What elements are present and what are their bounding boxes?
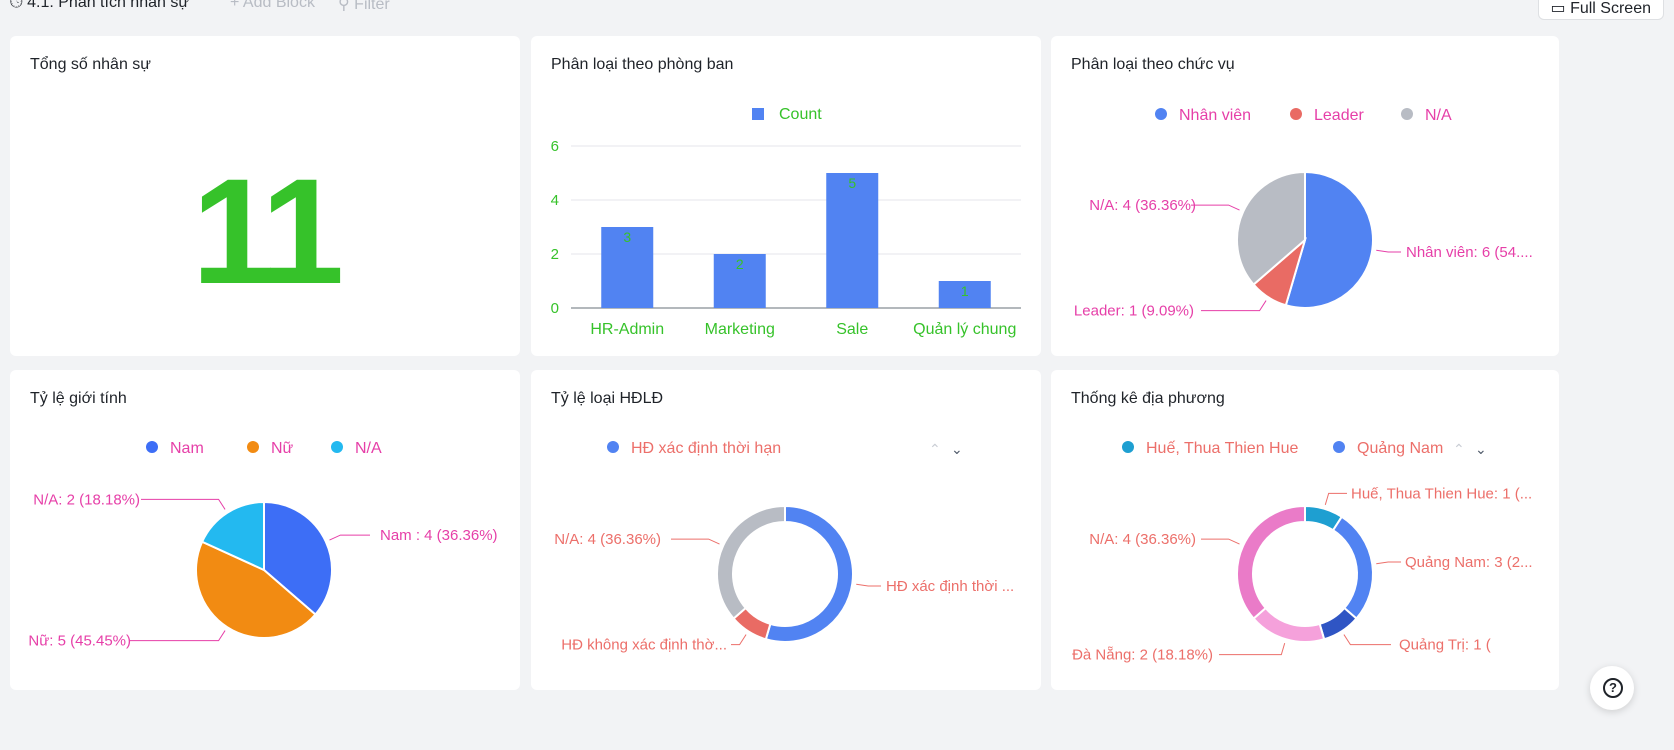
slice-label: N/A: 2 (18.18%) — [33, 491, 140, 508]
help-icon: ? — [1603, 678, 1623, 698]
legend-label[interactable]: Nam — [170, 440, 204, 457]
legend-next-icon[interactable]: ⌄ — [951, 441, 963, 457]
legend-label[interactable]: Nữ — [271, 440, 294, 457]
pie-slice[interactable] — [1331, 515, 1374, 620]
full-screen-button[interactable]: ▭ Full Screen — [1537, 0, 1664, 20]
filter-label: Filter — [354, 0, 390, 13]
slice-label: Nhân viên: 6 (54.... — [1406, 244, 1533, 261]
slice-label: N/A: 4 (36.36%) — [1089, 197, 1196, 214]
contract-donut-chart: HĐ xác định thời hạn ⌃ ⌄ HĐ xác định thời .… — [554, 440, 1014, 654]
slice-label: Huế, Thua Thien Hue: 1 (... — [1351, 485, 1532, 502]
gender-pie-chart: Nam Nữ N/A Nam : 4 (36.36%) Nữ: 5 (45.45%) N/… — [28, 440, 498, 650]
slice-label: Đà Nẵng: 2 (18.18%) — [1072, 647, 1213, 664]
legend-label[interactable]: Quảng Nam — [1357, 440, 1443, 457]
slice-label: Nam : 4 (36.36%) — [380, 527, 498, 544]
bar-value-label: 1 — [961, 283, 969, 299]
legend-label[interactable]: Huế, Thua Thien Hue — [1146, 440, 1299, 457]
slice-label: HĐ không xác định thờ... — [561, 637, 727, 654]
label-leader-line — [1201, 538, 1240, 545]
legend-label[interactable]: Leader — [1314, 107, 1364, 124]
bar-value-label: 3 — [623, 229, 631, 245]
card-title: Tổng số nhân sự — [30, 56, 152, 73]
help-button[interactable]: ? — [1590, 666, 1634, 710]
slice-label: Leader: 1 (9.09%) — [1074, 303, 1194, 320]
x-tick-label: HR-Admin — [590, 321, 664, 338]
label-leader-line — [1376, 561, 1401, 565]
legend-label[interactable]: N/A — [1425, 107, 1452, 124]
legend-swatch[interactable] — [752, 108, 764, 120]
legend-marker[interactable] — [247, 441, 259, 453]
x-tick-label: Marketing — [705, 321, 775, 338]
label-leader-line — [856, 583, 881, 587]
legend-label[interactable]: HĐ xác định thời hạn — [631, 440, 781, 457]
legend-marker[interactable] — [1290, 108, 1302, 120]
y-tick-label: 0 — [551, 300, 559, 317]
y-tick-label: 6 — [551, 138, 559, 155]
legend-prev-icon[interactable]: ⌃ — [1453, 441, 1465, 457]
bar-value-label: 5 — [848, 175, 856, 191]
label-leader-line — [1191, 204, 1240, 211]
label-leader-line — [141, 498, 226, 510]
pie-slice[interactable] — [1252, 606, 1326, 643]
label-leader-line — [1201, 300, 1267, 312]
history-icon: 🕓︎ — [10, 0, 23, 11]
slice-label: N/A: 4 (36.36%) — [554, 531, 661, 548]
filter-icon: ⚲ — [338, 0, 350, 13]
legend-label[interactable]: Nhân viên — [1179, 107, 1251, 124]
bar[interactable] — [826, 173, 879, 308]
slice-label: Nữ: 5 (45.45%) — [28, 633, 131, 650]
pie-slice[interactable] — [1236, 504, 1306, 620]
label-leader-line — [1219, 642, 1286, 656]
x-tick-label: Quản lý chung — [913, 321, 1016, 338]
full-screen-label: Full Screen — [1570, 0, 1651, 17]
region-donut-chart: Huế, Thua Thien Hue Quảng Nam ⌃ ⌄ Huế, Thua … — [1072, 440, 1533, 664]
label-leader-line — [1376, 249, 1401, 253]
dashboard-title-text: 4.1. Phân tích nhân sự — [27, 0, 190, 11]
department-bar-chart: Count 0 2 4 6 3 HR-Admin 2 Marketing 5 Sale 1 Quản l… — [551, 106, 1021, 338]
total-staff-card: Tổng số nhân sự 11 — [10, 36, 520, 356]
legend-marker[interactable] — [331, 441, 343, 453]
legend-marker[interactable] — [1155, 108, 1167, 120]
label-leader-line — [731, 634, 747, 646]
label-leader-line — [130, 630, 226, 642]
slice-label: Quảng Nam: 3 (2... — [1405, 554, 1533, 571]
position-pie-chart: Nhân viên Leader N/A Nhân viên: 6 (54.... Le… — [1074, 107, 1533, 320]
x-tick-label: Sale — [836, 321, 868, 338]
pie-slice[interactable] — [764, 504, 854, 643]
label-leader-line — [671, 538, 720, 545]
pie-slice[interactable] — [716, 504, 786, 620]
y-tick-label: 2 — [551, 246, 559, 263]
legend-next-icon[interactable]: ⌄ — [1475, 441, 1487, 457]
legend-marker[interactable] — [607, 441, 619, 453]
slice-label: Quảng Trị: 1 ( — [1399, 637, 1491, 654]
pie-slice[interactable] — [1318, 606, 1358, 641]
label-leader-line — [1343, 634, 1391, 646]
bar-value-label: 2 — [736, 256, 744, 272]
position-card: Phân loại theo chức vụ Nhân viên Leader N/… — [1051, 36, 1559, 356]
slice-label: HĐ xác định thời ... — [886, 578, 1014, 595]
label-leader-line — [329, 534, 370, 541]
legend-marker[interactable] — [1401, 108, 1413, 120]
legend-prev-icon[interactable]: ⌃ — [929, 441, 941, 457]
filter-button[interactable]: ⚲ Filter — [338, 0, 390, 14]
legend-marker[interactable] — [1122, 441, 1134, 453]
legend-label[interactable]: Count — [779, 106, 822, 123]
gender-card: Tỷ lệ giới tính Nam Nữ N/A Nam : 4 (36.36%)… — [10, 370, 520, 690]
add-block-button[interactable]: + Add Block — [230, 0, 315, 12]
contract-card: Tỷ lệ loại HĐLĐ HĐ xác định thời hạn ⌃ ⌄ HĐ… — [531, 370, 1041, 690]
label-leader-line — [1324, 492, 1347, 506]
legend-marker[interactable] — [146, 441, 158, 453]
legend-label[interactable]: N/A — [355, 440, 382, 457]
total-staff-value: 11 — [191, 147, 345, 315]
department-card: Phân loại theo phòng ban Count 0 2 4 6 3 HR-Ad… — [531, 36, 1041, 356]
monitor-icon: ▭ — [1550, 0, 1566, 17]
y-tick-label: 4 — [551, 192, 559, 209]
slice-label: N/A: 4 (36.36%) — [1089, 531, 1196, 548]
dashboard-title[interactable]: 🕓︎ 4.1. Phân tích nhân sự — [10, 0, 189, 12]
legend-marker[interactable] — [1333, 441, 1345, 453]
dashboard-toolbar: 🕓︎ 4.1. Phân tích nhân sự + Add Block ⚲ … — [0, 0, 1674, 22]
region-card: Thống kê địa phương Huế, Thua Thien Hue Q… — [1051, 370, 1559, 690]
